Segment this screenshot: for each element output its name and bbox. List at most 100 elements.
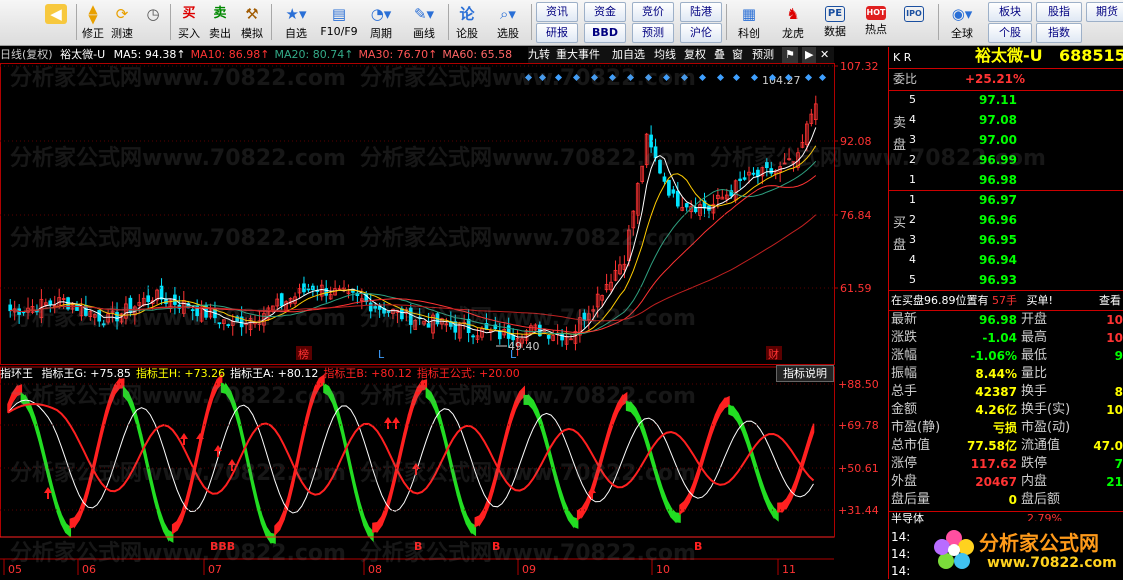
global-button[interactable]: ◉▾ 全球: [942, 2, 982, 43]
buy-button[interactable]: 买 买入: [175, 2, 203, 43]
event-diamond-icon: [572, 73, 581, 82]
candle-body: [751, 172, 756, 175]
candle-body: [684, 203, 689, 208]
sector-button[interactable]: 板块: [988, 2, 1032, 22]
speed-test-button[interactable]: ⟳ 测速: [108, 2, 136, 43]
buy-side-label: 买盘: [893, 216, 907, 253]
stat-value: 亏损: [992, 421, 1017, 435]
logo-text: 分析家公式网: [979, 531, 1099, 555]
candle-body: [226, 324, 231, 326]
up-down-arrows-icon: ▲ ▼: [88, 2, 98, 26]
bid-info-text: 在买盘96.89位置有 57手 买单!: [891, 294, 1053, 307]
stat-label: 换手: [1021, 384, 1048, 399]
forecast-button[interactable]: 预测: [632, 23, 674, 43]
hk-connect-button[interactable]: 陆港: [680, 2, 722, 22]
event-diamond-icon: [804, 73, 813, 82]
stat-value: 117.62: [970, 457, 1017, 471]
price-axis-label: 107.32: [840, 60, 879, 73]
indicator-title: 指环王: [0, 367, 33, 380]
sell-button[interactable]: 卖 卖出: [206, 2, 234, 43]
stat-value: -1.06%: [970, 349, 1017, 363]
indicator-help-button[interactable]: 指标说明: [776, 365, 834, 382]
order-level: 5: [909, 273, 916, 286]
star-market-button[interactable]: ▦ 科创: [732, 2, 766, 43]
candle-body: [97, 309, 102, 322]
indicator-info-bar: 指环王 指标王G: +75.85 指标王H: +73.26 指标王A: +80.12…: [0, 366, 834, 382]
candle-body: [279, 293, 284, 307]
event-marker: L: [378, 348, 385, 361]
event-diamond-icon: [716, 73, 725, 82]
candle-body: [764, 162, 769, 169]
event-diamond-icon: [626, 73, 635, 82]
stock-pick-button[interactable]: ⌕▾ 选股: [488, 2, 528, 43]
order-price: 96.94: [979, 253, 1017, 267]
order-price: 97.00: [979, 133, 1017, 147]
month-label: 11: [782, 563, 796, 576]
back-button[interactable]: ◀: [40, 2, 72, 43]
indicator-legend-item: 指标王H: +73.26: [135, 367, 226, 380]
futures-button[interactable]: 期货: [1086, 2, 1123, 22]
stat-label: 最高: [1021, 330, 1048, 345]
indicator-axis-label: +88.50: [838, 378, 879, 391]
candle-body: [386, 311, 391, 313]
f10-button[interactable]: ▤ F10/F9: [318, 2, 360, 43]
price-axis-label: 92.08: [840, 135, 872, 148]
sh-london-button[interactable]: 沪伦: [680, 23, 722, 43]
buy-signal-mark: B: [492, 540, 500, 553]
candle-body: [408, 307, 413, 325]
order-level: 4: [909, 113, 916, 126]
bbd-button[interactable]: BBD: [584, 23, 626, 43]
stat-label: 振幅: [891, 366, 918, 381]
price-axis-label: 61.59: [840, 282, 872, 295]
index-futures-button[interactable]: 股指: [1036, 2, 1082, 22]
adjust-button[interactable]: ▲ ▼ 修正: [80, 2, 106, 43]
stat-value: 8: [1114, 385, 1123, 399]
candle-body: [662, 176, 667, 182]
stat-value: 10: [1106, 313, 1123, 327]
buy-icon: 买: [182, 6, 196, 21]
stat-value: -1.04: [982, 331, 1017, 345]
research-button[interactable]: 研报: [536, 23, 578, 43]
high-price-label: 104.27: [762, 74, 801, 87]
hotspot-button[interactable]: HOT 热点: [859, 2, 893, 43]
dragon-icon: ♞: [786, 5, 800, 23]
capital-button[interactable]: 资金: [584, 2, 626, 22]
indicator-legend-item: 指标王G: +75.85: [41, 367, 131, 380]
ipo-button[interactable]: IPO: [899, 2, 929, 43]
kline-chart[interactable]: BBB B B B 107.3292.0876.8461.59+88.50+69.78…: [0, 47, 888, 579]
candle-body: [146, 295, 151, 302]
index-button[interactable]: 指数: [1036, 23, 1082, 43]
clock-button[interactable]: ◷: [139, 2, 167, 43]
news-button[interactable]: 资讯: [536, 2, 578, 22]
event-diamond-icon: [538, 73, 547, 82]
event-diamond-icon: [554, 73, 563, 82]
bid-more-link[interactable]: 查看: [1099, 292, 1121, 310]
cycle-button[interactable]: ◔▾ 周期: [362, 2, 400, 43]
stat-label: 内盘: [1021, 474, 1048, 489]
buy-signal-mark: B: [694, 540, 702, 553]
stat-value: 7: [1114, 457, 1123, 471]
data-button[interactable]: PE 数据: [818, 2, 852, 43]
watchlist-button[interactable]: ★▾ 自选: [276, 2, 316, 43]
stat-label: 最新: [891, 312, 918, 327]
stat-label: 流通值: [1021, 438, 1061, 453]
single-stock-button[interactable]: 个股: [988, 23, 1032, 43]
discuss-icon: 论: [459, 5, 475, 23]
discuss-button[interactable]: 论 论股: [452, 2, 482, 43]
sector-label: 半导体: [891, 512, 924, 525]
stat-label: 开盘: [1021, 312, 1048, 327]
stat-label: 最低: [1021, 348, 1048, 363]
ratio-value: +25.21%: [965, 72, 1026, 86]
dragon-tiger-button[interactable]: ♞ 龙虎: [776, 2, 810, 43]
draw-line-button[interactable]: ✎▾ 画线: [404, 2, 444, 43]
month-label: 05: [8, 563, 22, 576]
candle-body: [742, 177, 747, 180]
stat-label: 涨幅: [891, 348, 918, 363]
order-price: 97.08: [979, 113, 1017, 127]
cycle-icon: ◔▾: [370, 5, 392, 23]
tick-time-2: 14:: [891, 547, 911, 561]
simulate-button[interactable]: ⚒ 模拟: [238, 2, 266, 43]
auction-button[interactable]: 竞价: [632, 2, 674, 22]
back-arrow-icon: ◀: [45, 4, 67, 24]
order-level: 3: [909, 133, 916, 146]
